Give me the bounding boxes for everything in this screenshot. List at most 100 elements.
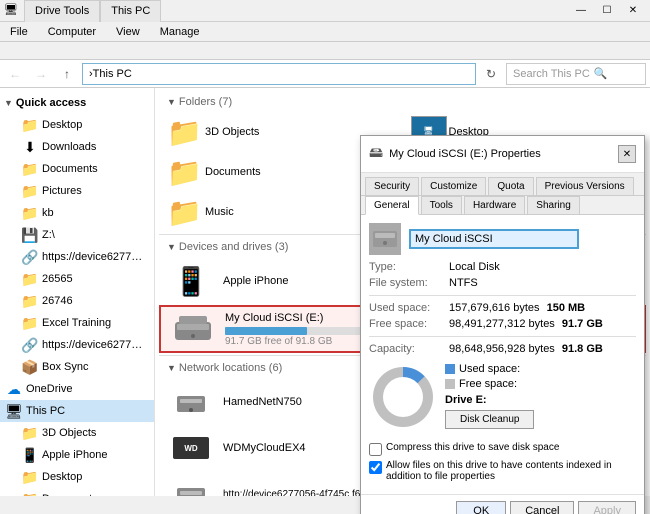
quick-access-label: Quick access (16, 97, 86, 109)
index-checkbox[interactable] (369, 461, 382, 474)
devices-label: Devices and drives (3) (179, 241, 288, 253)
folders-section-header[interactable]: ▼ Folders (7) (159, 92, 646, 112)
sidebar-item-26565[interactable]: 📁 26565 (0, 268, 154, 290)
disk-pie-chart (369, 363, 437, 431)
downloads-icon: ⬇ (22, 139, 38, 155)
sidebar-item-https1[interactable]: 🔗 https://device6277056-4f745c... (0, 246, 154, 268)
ribbon (0, 42, 650, 60)
type-value: Local Disk (449, 261, 500, 273)
tab-security[interactable]: Security (365, 177, 419, 195)
tab-customize[interactable]: Previous Versions (536, 177, 634, 195)
dialog-tabs-row2: General Tools Hardware Sharing (361, 196, 644, 215)
sidebar-quick-access[interactable]: ▼ Quick access (0, 92, 154, 114)
menu-computer[interactable]: Computer (42, 24, 102, 40)
menu-manage[interactable]: Manage (154, 24, 206, 40)
drive-name-input[interactable] (409, 229, 579, 249)
excel-icon: 📁 (22, 315, 38, 331)
free-row: Free space: 98,491,277,312 bytes 91.7 GB (369, 318, 636, 330)
legend-free-box (445, 379, 455, 389)
address-path: This PC (93, 68, 132, 80)
minimize-button[interactable]: — (568, 3, 594, 19)
menu-view[interactable]: View (110, 24, 146, 40)
sidebar-item-appleiphone[interactable]: 📱 Apple iPhone (0, 444, 154, 466)
mycloud-bar (225, 327, 307, 335)
menu-file[interactable]: File (4, 24, 34, 40)
network-label: Network locations (6) (179, 362, 282, 374)
used-hr: 150 MB (547, 302, 586, 314)
tab-quota[interactable]: Quota (488, 177, 533, 195)
boxsync-icon: 📦 (22, 359, 38, 375)
maximize-button[interactable]: ☐ (594, 3, 620, 19)
folder-3dobjects-label: 3D Objects (205, 126, 259, 138)
devices-arrow: ▼ (167, 242, 176, 252)
dialog-footer: OK Cancel Apply (361, 494, 644, 514)
tab-this-pc[interactable]: This PC (100, 0, 161, 22)
tab-tools[interactable]: Tools (421, 196, 462, 214)
sidebar: ▼ Quick access 📁 Desktop ⬇ Downloads 📁 D… (0, 88, 155, 496)
apply-button[interactable]: Apply (578, 501, 636, 514)
address-box[interactable]: › This PC (82, 63, 476, 85)
tab-general[interactable]: General (365, 196, 419, 215)
folder-documents-label: Documents (205, 166, 261, 178)
dialog-close-button[interactable]: ✕ (618, 145, 636, 163)
compress-checkbox[interactable] (369, 443, 382, 456)
window-controls: — ☐ ✕ (568, 3, 646, 19)
ok-button[interactable]: OK (456, 501, 506, 514)
26746-icon: 📁 (22, 293, 38, 309)
sidebar-item-desktop2[interactable]: 📁 Desktop (0, 466, 154, 488)
up-button[interactable]: ↑ (56, 63, 78, 85)
type-row: Type: Local Disk (369, 261, 636, 273)
search-placeholder: Search This PC (513, 68, 590, 80)
tab-hardware[interactable]: Hardware (464, 196, 525, 214)
pictures-icon: 📁 (22, 183, 38, 199)
legend-free: Free space: (445, 378, 534, 390)
folders-label: Folders (7) (179, 96, 232, 108)
index-label: Allow files on this drive to have conten… (386, 460, 636, 482)
refresh-button[interactable]: ↻ (480, 63, 502, 85)
sidebar-item-kb[interactable]: 📁 kb (0, 202, 154, 224)
sidebar-item-documents[interactable]: 📁 Documents (0, 158, 154, 180)
tab-drive-tools[interactable]: Drive Tools (24, 0, 100, 22)
sidebar-item-https2[interactable]: 🔗 https://device6277056-4f745cf6... (0, 334, 154, 356)
sidebar-item-3dobjects[interactable]: 📁 3D Objects (0, 422, 154, 444)
title-bar: 🖥 Drive Tools This PC — ☐ ✕ (0, 0, 650, 22)
sidebar-item-boxsync[interactable]: 📦 Box Sync (0, 356, 154, 378)
sidebar-item-thispc[interactable]: 🖥 This PC (0, 400, 154, 422)
app-icon: 🖥 (4, 3, 20, 19)
legend-used-box (445, 364, 455, 374)
sidebar-item-onedrive[interactable]: ☁ OneDrive (0, 378, 154, 400)
link2-icon: 🔗 (22, 337, 38, 353)
kb-icon: 📁 (22, 205, 38, 221)
thispc-icon: 🖥 (6, 403, 22, 419)
search-icon: 🔍 (594, 67, 608, 80)
26565-icon: 📁 (22, 271, 38, 287)
folder-documents-icon: 📁 (167, 156, 199, 188)
disk-cleanup-button[interactable]: Disk Cleanup (445, 410, 534, 429)
sidebar-item-excel[interactable]: 📁 Excel Training (0, 312, 154, 334)
sidebar-item-pictures[interactable]: 📁 Pictures (0, 180, 154, 202)
sidebar-item-desktop[interactable]: 📁 Desktop (0, 114, 154, 136)
mycloud-icon (169, 311, 217, 347)
3dobjects-icon: 📁 (22, 425, 38, 441)
dialog-tabs: Security Customize Quota Previous Versio… (361, 173, 644, 196)
tab-previous-versions[interactable]: Customize (421, 177, 486, 195)
back-button[interactable]: ← (4, 63, 26, 85)
sidebar-item-downloads[interactable]: ⬇ Downloads (0, 136, 154, 158)
close-button[interactable]: ✕ (620, 3, 646, 19)
drive-name-row (369, 223, 636, 255)
search-box[interactable]: Search This PC 🔍 (506, 63, 646, 85)
forward-button[interactable]: → (30, 63, 52, 85)
cancel-button[interactable]: Cancel (510, 501, 574, 514)
folders-arrow: ▼ (167, 97, 176, 107)
iphone-icon: 📱 (22, 447, 38, 463)
compress-checkbox-row: Compress this drive to save disk space (369, 442, 636, 456)
properties-dialog[interactable]: 🖴 My Cloud iSCSI (E:) Properties ✕ Secur… (360, 135, 645, 514)
sidebar-item-26746[interactable]: 📁 26746 (0, 290, 154, 312)
folder-music-icon: 📁 (167, 196, 199, 228)
sidebar-item-z[interactable]: 💾 Z:\ (0, 224, 154, 246)
disk-visual: Used space: Free space: Drive E: Disk Cl… (369, 363, 636, 434)
sidebar-item-documents2[interactable]: 📁 Documents (0, 488, 154, 496)
title-tabs: Drive Tools This PC (24, 0, 161, 22)
legend-free-label: Free space: (459, 378, 517, 390)
tab-sharing[interactable]: Sharing (527, 196, 579, 214)
